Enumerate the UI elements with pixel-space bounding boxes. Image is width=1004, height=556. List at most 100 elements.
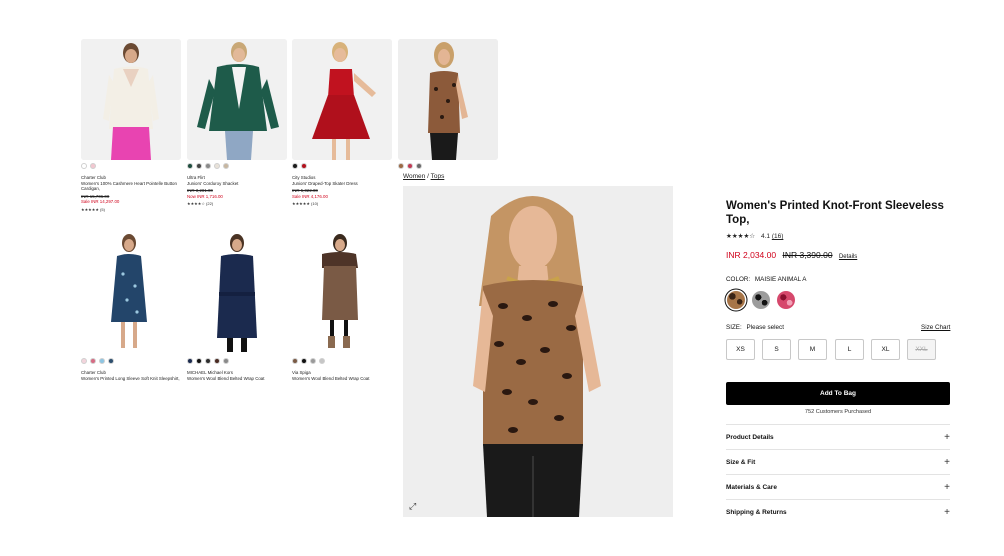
product-card[interactable]: Charter Club Women's Printed Long Sleeve…: [81, 234, 181, 381]
swatch[interactable]: [187, 163, 193, 169]
product-name[interactable]: Juniors' Draped-Top Skater Dress: [292, 181, 392, 187]
size-prompt: Please select: [746, 324, 784, 331]
swatch[interactable]: [90, 163, 96, 169]
swatch[interactable]: [187, 358, 193, 364]
product-rating[interactable]: ★★★★☆ 4.1 (16): [726, 232, 783, 240]
accordion-shipping-returns[interactable]: Shipping & Returns +: [726, 499, 950, 524]
color-swatch-leopard[interactable]: [727, 291, 745, 309]
product-card[interactable]: Charter Club Women's 100% Cashmere Heart…: [81, 39, 181, 213]
product-image[interactable]: [81, 39, 181, 160]
product-rating: ★★★★★ (5): [81, 206, 105, 212]
breadcrumb-women[interactable]: Women: [403, 173, 425, 180]
current-price: INR 2,034.00: [726, 250, 777, 260]
size-label: SIZE: Please select: [726, 324, 784, 331]
product-card[interactable]: MICHAEL Michael Kors Women's Wool Blend …: [187, 234, 287, 381]
color-swatches: [187, 358, 287, 364]
accordion-size-fit[interactable]: Size & Fit +: [726, 449, 950, 474]
product-card[interactable]: Ultra Flirt Juniors' Corduroy Shacket IN…: [187, 39, 287, 207]
size-chart-link[interactable]: Size Chart: [921, 324, 950, 331]
swatch[interactable]: [223, 358, 229, 364]
accordion-materials-care[interactable]: Materials & Care +: [726, 474, 950, 499]
swatch[interactable]: [407, 163, 413, 169]
swatch[interactable]: [81, 358, 87, 364]
product-image[interactable]: [292, 234, 392, 355]
swatch[interactable]: [214, 358, 220, 364]
swatch[interactable]: [310, 358, 316, 364]
add-to-bag-button[interactable]: Add To Bag: [726, 382, 950, 405]
swatch[interactable]: [205, 358, 211, 364]
color-swatches: [187, 163, 287, 169]
product-image[interactable]: [187, 234, 287, 355]
plus-icon[interactable]: +: [944, 507, 950, 518]
color-swatches: [398, 163, 498, 169]
size-s-button[interactable]: S: [762, 339, 791, 360]
color-swatches: [81, 163, 181, 169]
product-name[interactable]: Women's Wool Blend Belted Wrap Coat: [187, 376, 287, 382]
breadcrumb: Women / Tops: [403, 173, 444, 180]
product-card[interactable]: City Studios Juniors' Draped-Top Skater …: [292, 39, 392, 207]
plus-icon[interactable]: +: [944, 482, 950, 493]
color-swatches: [292, 358, 392, 364]
swatch[interactable]: [196, 358, 202, 364]
original-price: INR 3,390.00: [782, 250, 833, 260]
plus-icon[interactable]: +: [944, 432, 950, 443]
product-name[interactable]: Juniors' Corduroy Shacket: [187, 181, 287, 187]
breadcrumb-tops[interactable]: Tops: [431, 173, 445, 180]
accordion-product-details[interactable]: Product Details +: [726, 424, 950, 449]
size-xs-button[interactable]: XS: [726, 339, 755, 360]
size-xl-button[interactable]: XL: [871, 339, 900, 360]
swatch[interactable]: [81, 163, 87, 169]
color-swatches: [81, 358, 181, 364]
color-label: COLOR: MAISIE ANIMAL A: [726, 276, 806, 283]
product-name[interactable]: Women's Wool Blend Belted Wrap Coat: [292, 376, 392, 382]
color-swatches: [292, 163, 392, 169]
accordion-label: Shipping & Returns: [726, 508, 787, 516]
product-rating: ★★★★☆ (22): [187, 201, 214, 206]
swatch[interactable]: [205, 163, 211, 169]
size-xxl-button[interactable]: XXL: [907, 339, 936, 360]
accordion-label: Size & Fit: [726, 458, 756, 466]
product-image[interactable]: [187, 39, 287, 160]
color-swatch-pink[interactable]: [777, 291, 795, 309]
star-rating-icon: ★★★★☆: [726, 233, 756, 240]
color-name: MAISIE ANIMAL A: [754, 276, 807, 283]
size-l-button[interactable]: L: [835, 339, 864, 360]
product-image[interactable]: [81, 234, 181, 355]
product-rating: ★★★★★ (10): [292, 201, 319, 206]
swatch[interactable]: [108, 358, 114, 364]
accordion-label: Materials & Care: [726, 483, 777, 491]
product-title: Women's Printed Knot-Front Sleeveless To…: [726, 200, 944, 226]
swatch[interactable]: [301, 163, 307, 169]
sale-price: Now INR 1,716.00: [187, 193, 223, 199]
sale-price: Sale INR 4,176.00: [292, 193, 328, 199]
customers-purchased: 752 Customers Purchased: [804, 409, 872, 415]
swatch[interactable]: [292, 163, 298, 169]
product-image[interactable]: [398, 39, 498, 160]
expand-icon[interactable]: ⤢: [409, 501, 419, 511]
size-m-button[interactable]: M: [798, 339, 827, 360]
swatch[interactable]: [416, 163, 422, 169]
swatch[interactable]: [196, 163, 202, 169]
swatch[interactable]: [301, 358, 307, 364]
product-name[interactable]: Women's 100% Cashmere Heart Pointelle Bu…: [81, 181, 181, 192]
color-swatch-grey[interactable]: [752, 291, 770, 309]
rating-value: 4.1: [760, 233, 770, 240]
price-details-link[interactable]: Details: [839, 254, 857, 260]
product-name[interactable]: Women's Printed Long Sleeve Soft Knit Sl…: [81, 376, 181, 382]
size-heading: SIZE:: [726, 324, 742, 331]
swatch[interactable]: [214, 163, 220, 169]
swatch[interactable]: [292, 358, 298, 364]
color-heading: COLOR:: [726, 276, 751, 283]
product-card[interactable]: Via Spiga Women's Wool Blend Belted Wrap…: [292, 234, 392, 381]
main-product-image[interactable]: ⤢: [403, 186, 673, 517]
swatch[interactable]: [223, 163, 229, 169]
review-count-link[interactable]: (16): [772, 233, 784, 240]
swatch[interactable]: [319, 358, 325, 364]
swatch[interactable]: [90, 358, 96, 364]
product-image[interactable]: [292, 39, 392, 160]
swatch[interactable]: [398, 163, 404, 169]
plus-icon[interactable]: +: [944, 457, 950, 468]
product-card[interactable]: [398, 39, 498, 169]
price-block: INR 2,034.00 INR 3,390.00 Details: [726, 250, 857, 260]
swatch[interactable]: [99, 358, 105, 364]
